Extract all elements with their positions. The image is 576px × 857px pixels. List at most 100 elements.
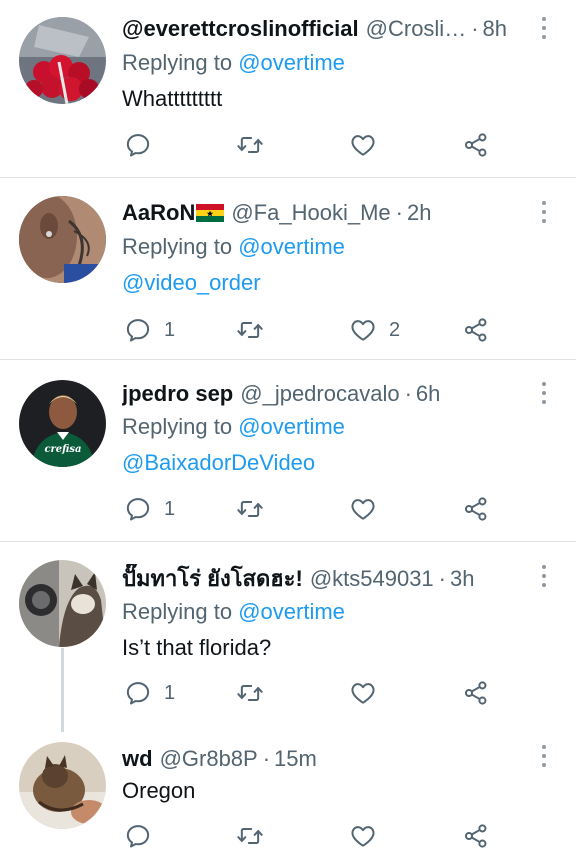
tweet-text: Is’t that florida? — [122, 635, 272, 660]
reply-button[interactable]: 1 — [124, 315, 175, 345]
display-name[interactable]: wd — [122, 744, 153, 774]
like-button[interactable] — [349, 130, 389, 160]
tweet-5[interactable]: wd @Gr8b8P · 15m Oregon — [0, 732, 576, 857]
tweet-actions — [0, 130, 576, 160]
retweet-icon — [236, 822, 264, 850]
reply-count: 1 — [164, 497, 176, 520]
like-button[interactable] — [349, 494, 389, 524]
tweet-actions: 1 — [0, 494, 576, 524]
retweet-button[interactable] — [236, 315, 276, 345]
reply-button[interactable] — [124, 130, 164, 160]
display-name[interactable]: @everettcroslinofficial — [122, 14, 359, 44]
more-icon[interactable] — [536, 562, 552, 590]
share-button[interactable] — [462, 130, 490, 160]
more-icon[interactable] — [536, 14, 552, 42]
jersey-text: crefisa — [44, 444, 81, 455]
reply-icon — [124, 679, 152, 707]
reply-count: 1 — [164, 681, 176, 704]
replying-to: Replying to @overtime — [122, 48, 345, 78]
reply-icon — [124, 495, 152, 523]
timestamp[interactable]: 15m — [274, 744, 317, 774]
separator-dot: · — [471, 16, 479, 41]
tweet-text: Whattttttttt — [122, 86, 223, 111]
user-handle[interactable]: @Fa_Hooki_Me — [231, 198, 390, 228]
timestamp[interactable]: 6h — [416, 379, 440, 409]
share-button[interactable] — [462, 494, 490, 524]
reply-button[interactable]: 1 — [124, 494, 175, 524]
share-icon — [462, 131, 490, 159]
replying-label: Replying to — [122, 599, 233, 624]
user-handle[interactable]: @Crosli… — [366, 14, 467, 44]
tweet-4[interactable]: ปั๊มทาโร่ ยังโสดฮะ! @kts549031 · 3h Repl… — [0, 542, 576, 732]
tweet-actions: 1 — [0, 678, 576, 708]
tweet-actions: 1 2 — [0, 315, 576, 345]
tweet-text: Oregon — [122, 778, 196, 803]
avatar-image — [19, 560, 106, 647]
like-icon — [349, 679, 377, 707]
retweet-icon — [236, 679, 264, 707]
replying-label: Replying to — [122, 414, 233, 439]
tweet-text-mention[interactable]: @video_order — [122, 268, 261, 298]
reply-button[interactable]: 1 — [124, 678, 175, 708]
share-button[interactable] — [462, 821, 490, 851]
reply-icon — [124, 316, 152, 344]
replying-to: Replying to @overtime — [122, 412, 345, 442]
display-name[interactable]: ปั๊มทาโร่ ยังโสดฮะ! — [122, 564, 303, 594]
user-handle[interactable]: @kts549031 — [310, 564, 434, 594]
avatar[interactable] — [19, 560, 106, 647]
retweet-button[interactable] — [236, 821, 276, 851]
tweet-1[interactable]: @everettcroslinofficial @Crosli… · 8h Re… — [0, 0, 576, 178]
avatar[interactable]: crefisa — [19, 380, 106, 467]
tweet-3[interactable]: crefisa jpedro sep @_jpedrocavalo · 6h R… — [0, 360, 576, 542]
user-handle[interactable]: @_jpedrocavalo — [240, 379, 399, 409]
separator-dot: · — [395, 200, 403, 225]
retweet-button[interactable] — [236, 678, 276, 708]
reply-icon — [124, 131, 152, 159]
share-button[interactable] — [462, 678, 490, 708]
separator-dot: · — [262, 746, 271, 771]
tweet-2[interactable]: AaRoN @Fa_Hooki_Me · 2h Replying to @ove… — [0, 178, 576, 360]
reply-count: 1 — [164, 318, 176, 341]
tweet-header: jpedro sep @_jpedrocavalo · 6h — [122, 379, 524, 409]
reply-icon — [124, 822, 152, 850]
share-icon — [462, 495, 490, 523]
more-icon[interactable] — [536, 379, 552, 407]
timestamp[interactable]: 8h — [483, 14, 507, 44]
replying-to-handle[interactable]: @overtime — [238, 234, 345, 259]
like-icon — [349, 822, 377, 850]
retweet-button[interactable] — [236, 130, 276, 160]
like-button[interactable] — [349, 678, 389, 708]
tweet-header: ปั๊มทาโร่ ยังโสดฮะ! @kts549031 · 3h — [122, 564, 524, 594]
avatar-image — [19, 742, 106, 829]
user-handle[interactable]: @Gr8b8P — [160, 744, 258, 774]
reply-button[interactable] — [124, 821, 164, 851]
more-icon[interactable] — [536, 742, 552, 770]
retweet-button[interactable] — [236, 494, 276, 524]
like-count: 2 — [389, 318, 401, 341]
replying-to-handle[interactable]: @overtime — [238, 50, 345, 75]
more-icon[interactable] — [536, 198, 552, 226]
avatar-image — [19, 196, 106, 283]
share-icon — [462, 679, 490, 707]
tweet-actions — [0, 821, 576, 851]
avatar[interactable] — [19, 17, 106, 104]
replying-to: Replying to @overtime — [122, 232, 345, 262]
like-icon — [349, 131, 377, 159]
share-icon — [462, 316, 490, 344]
share-button[interactable] — [462, 315, 490, 345]
retweet-icon — [236, 495, 264, 523]
avatar[interactable] — [19, 196, 106, 283]
avatar[interactable] — [19, 742, 106, 829]
replying-label: Replying to — [122, 234, 233, 259]
timestamp[interactable]: 2h — [407, 198, 431, 228]
timestamp[interactable]: 3h — [450, 564, 474, 594]
tweet-text-mention[interactable]: @BaixadorDeVideo — [122, 448, 315, 478]
replying-to-handle[interactable]: @overtime — [238, 414, 345, 439]
replying-to-handle[interactable]: @overtime — [238, 599, 345, 624]
like-button[interactable] — [349, 821, 389, 851]
display-name[interactable]: AaRoN — [122, 198, 195, 228]
display-name[interactable]: jpedro sep — [122, 379, 233, 409]
tweet-header: wd @Gr8b8P · 15m — [122, 744, 524, 774]
separator-dot: · — [438, 566, 446, 591]
like-button[interactable]: 2 — [349, 315, 400, 345]
